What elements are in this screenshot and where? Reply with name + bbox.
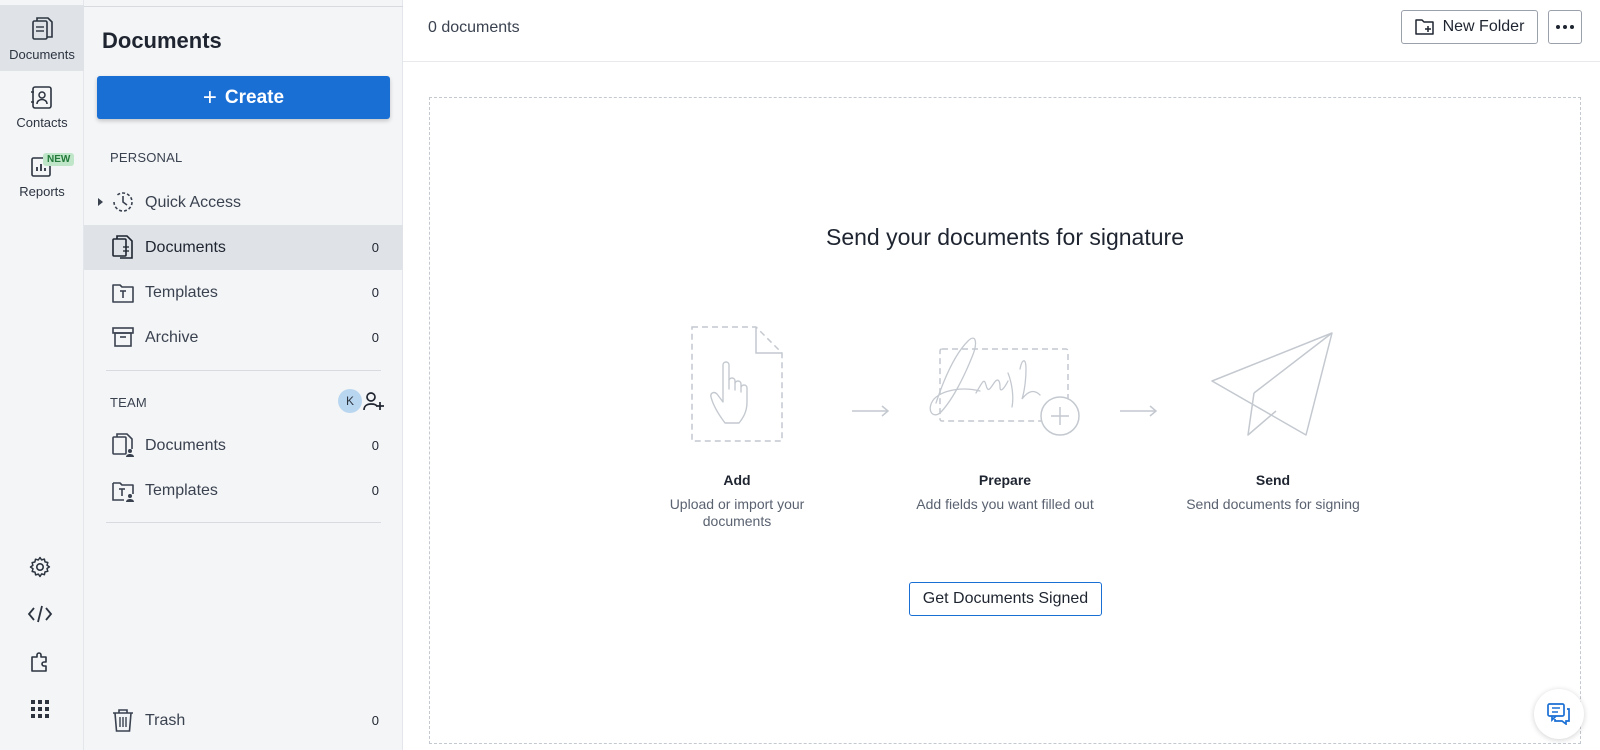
new-folder-button[interactable]: New Folder xyxy=(1401,10,1538,44)
apps-grid-icon[interactable] xyxy=(26,695,54,723)
divider xyxy=(106,522,381,523)
template-folder-icon xyxy=(112,284,134,303)
item-count: 0 xyxy=(371,438,379,453)
create-button-label: Create xyxy=(224,86,285,108)
avatar[interactable]: K xyxy=(338,389,362,413)
new-folder-label: New Folder xyxy=(1442,18,1525,35)
archive-icon xyxy=(112,327,134,347)
upload-document-illustration xyxy=(691,326,783,442)
sidebar-item-label: Templates xyxy=(145,283,218,301)
item-count: 0 xyxy=(371,330,379,345)
step-title: Prepare xyxy=(978,472,1032,488)
sidebar-item-archive[interactable]: Archive 0 xyxy=(84,315,403,360)
rail-item-label: Reports xyxy=(19,183,65,199)
puzzle-icon[interactable] xyxy=(26,648,54,676)
history-icon xyxy=(113,192,133,212)
settings-icon[interactable] xyxy=(26,553,54,581)
plus-icon: + xyxy=(202,83,217,111)
item-count: 0 xyxy=(371,483,379,498)
code-icon[interactable] xyxy=(26,600,54,628)
divider xyxy=(106,370,381,371)
step-description: Upload or import your documents xyxy=(669,496,805,529)
sidebar-title: Documents xyxy=(102,28,222,53)
step-add: Add Upload or import your documents xyxy=(647,472,827,530)
team-templates-icon xyxy=(112,482,134,502)
sidebar-item-label: Trash xyxy=(145,711,186,729)
arrow-right-icon xyxy=(1120,405,1158,417)
sidebar-item-label: Templates xyxy=(145,481,218,499)
add-user-icon[interactable] xyxy=(362,389,386,413)
main-toolbar: 0 documents New Folder xyxy=(403,0,1600,62)
expand-caret-icon[interactable] xyxy=(98,198,103,206)
personal-section-label: PERSONAL xyxy=(110,150,183,165)
rail-item-label: Documents xyxy=(9,46,75,62)
app-rail: Documents Contacts Reports NEW xyxy=(0,0,84,750)
sidebar-item-templates[interactable]: Templates 0 xyxy=(84,270,403,315)
sidebar: Documents + Create PERSONAL Quick Access… xyxy=(84,0,403,750)
more-options-button[interactable] xyxy=(1548,10,1582,44)
sidebar-item-team-templates[interactable]: Templates 0 xyxy=(84,468,403,513)
item-count: 0 xyxy=(371,240,379,255)
rail-item-reports[interactable]: Reports NEW xyxy=(0,142,84,208)
item-count: 0 xyxy=(371,285,379,300)
new-badge: NEW xyxy=(43,153,75,166)
chat-button[interactable] xyxy=(1534,689,1584,739)
divider xyxy=(84,6,403,7)
document-count: 0 documents xyxy=(428,19,520,36)
arrow-right-icon xyxy=(852,405,890,417)
rail-item-label: Contacts xyxy=(16,114,68,130)
sidebar-item-team-documents[interactable]: Documents 0 xyxy=(84,423,403,468)
rail-item-documents[interactable]: Documents xyxy=(0,5,84,71)
team-documents-icon xyxy=(112,433,134,457)
sidebar-item-trash[interactable]: Trash 0 xyxy=(84,698,403,743)
sidebar-item-label: Documents xyxy=(145,436,226,454)
sidebar-item-label: Archive xyxy=(145,328,199,346)
sidebar-item-label: Quick Access xyxy=(145,193,242,211)
more-horizontal-icon xyxy=(1556,25,1574,29)
item-count: 0 xyxy=(371,713,379,728)
signature-illustration xyxy=(929,337,1080,436)
documents-icon xyxy=(112,235,133,259)
step-prepare: Prepare Add fields you want filled out xyxy=(915,472,1095,513)
step-title: Add xyxy=(723,472,751,488)
documents-icon xyxy=(32,16,53,40)
paper-plane-illustration xyxy=(1211,332,1333,436)
sidebar-item-documents[interactable]: Documents 0 xyxy=(84,225,403,270)
step-description: Add fields you want filled out xyxy=(916,496,1094,512)
get-documents-signed-button[interactable]: Get Documents Signed xyxy=(909,582,1102,616)
step-send: Send Send documents for signing xyxy=(1183,472,1363,513)
rail-item-contacts[interactable]: Contacts xyxy=(0,73,84,139)
chat-icon xyxy=(1547,703,1570,725)
step-description: Send documents for signing xyxy=(1186,496,1360,512)
sidebar-item-label: Documents xyxy=(145,238,226,256)
empty-state-title: Send your documents for signature xyxy=(826,224,1184,250)
contacts-icon xyxy=(31,85,52,109)
new-folder-icon xyxy=(1414,19,1434,35)
step-title: Send xyxy=(1255,472,1291,488)
create-button[interactable]: + Create xyxy=(97,76,390,119)
sidebar-item-quick-access[interactable]: Quick Access xyxy=(84,180,403,225)
trash-icon xyxy=(113,709,133,732)
team-section-label: TEAM xyxy=(110,395,147,410)
